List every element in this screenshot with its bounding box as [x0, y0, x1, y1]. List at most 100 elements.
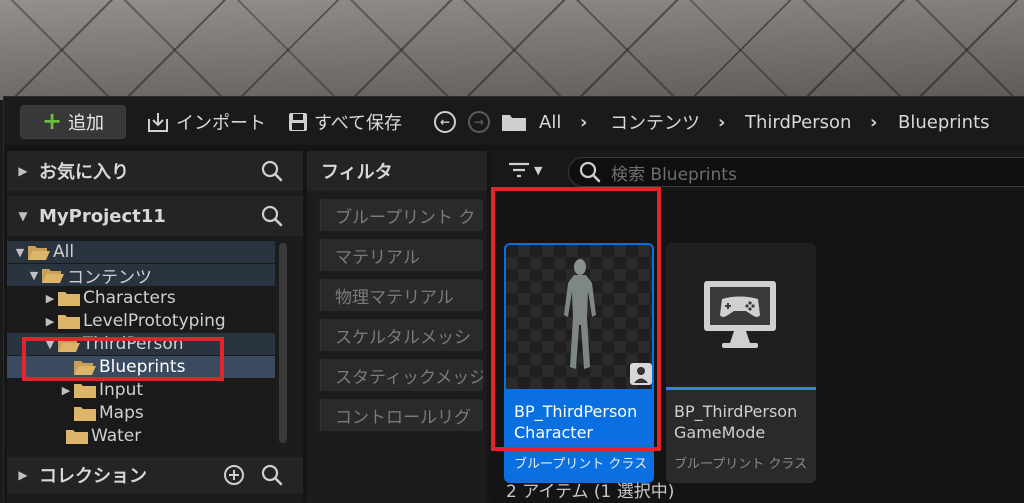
asset-thumbnail — [666, 243, 816, 387]
sources-panel: ▶ お気に入り ▼ MyProject11 ▼ All ▼ コンテンツ ▶ Ch… — [7, 151, 303, 503]
tree-item-label: Characters — [83, 288, 176, 308]
expand-arrow-icon[interactable]: ▶ — [7, 164, 39, 178]
tree-item-label: コンテンツ — [67, 267, 152, 288]
search-icon[interactable] — [261, 464, 283, 486]
import-button[interactable]: インポート — [146, 105, 266, 139]
annotation-highlight — [22, 337, 224, 381]
content-browser-toolbar: + 追加 インポート すべて保存 ← → All › コンテンツ › Third… — [4, 97, 1024, 145]
import-label: インポート — [176, 113, 266, 134]
add-collection-icon[interactable] — [223, 464, 245, 486]
annotation-highlight — [491, 187, 661, 451]
asset-type: ブループリント クラス — [514, 457, 648, 472]
asset-name-line2: GameMode — [674, 423, 766, 442]
save-all-label: すべて保存 — [314, 113, 403, 134]
collections-header[interactable]: ▶ コレクション — [7, 457, 303, 493]
forward-arrow-icon[interactable]: → — [468, 111, 490, 133]
save-all-button[interactable]: すべて保存 — [288, 105, 402, 139]
level-viewport-background — [0, 0, 1024, 100]
open-folder-icon — [28, 245, 50, 260]
filter-color-bar — [315, 239, 321, 271]
filter-color-bar — [315, 199, 321, 231]
collapse-arrow-icon[interactable]: ▼ — [13, 246, 27, 259]
add-button[interactable]: + 追加 — [20, 105, 126, 139]
filter-panel: フィルタ ブループリント ク マテリアル 物理マテリアル スケルタルメッシ スタ… — [307, 151, 487, 503]
search-icon[interactable] — [261, 160, 283, 182]
folder-icon — [66, 429, 88, 444]
search-placeholder: 検索 Blueprints — [611, 164, 737, 185]
filter-item-label: コントロールリグ — [335, 407, 471, 428]
add-button-label: 追加 — [68, 113, 105, 134]
asset-name-line1: BP_ThirdPerson — [674, 402, 798, 421]
tree-item-label: All — [53, 242, 75, 262]
asset-search-row: ▼ 検索 Blueprints — [492, 151, 1024, 191]
asset-tile-gamemode[interactable]: BP_ThirdPerson GameMode ブループリント クラス — [666, 243, 816, 483]
asset-info: BP_ThirdPerson GameMode ブループリント クラス — [666, 391, 816, 483]
breadcrumb-separator-icon[interactable]: › — [870, 105, 877, 139]
filter-item-control-rig[interactable]: コントロールリグ — [315, 399, 483, 431]
filter-item-blueprint[interactable]: ブループリント ク — [315, 199, 483, 231]
search-icon — [579, 161, 601, 183]
content-browser: + 追加 インポート すべて保存 ← → All › コンテンツ › Third… — [3, 96, 1024, 503]
collapse-arrow-icon[interactable]: ▼ — [7, 209, 39, 223]
tree-item-label: Maps — [99, 403, 144, 423]
item-count-status: 2 アイテム (1 選択中) — [506, 482, 675, 502]
tree-item-levelprototyping[interactable]: ▶ LevelPrototyping — [7, 310, 275, 332]
asset-class-color-strip — [666, 387, 816, 390]
filter-color-bar — [315, 319, 321, 351]
tree-item-all[interactable]: ▼ All — [7, 241, 275, 263]
import-icon — [148, 113, 168, 132]
breadcrumb-separator-icon[interactable]: › — [718, 105, 725, 139]
tree-item-water[interactable]: Water — [7, 425, 275, 447]
tree-item-label: Input — [99, 380, 144, 400]
project-header[interactable]: ▼ MyProject11 — [7, 196, 303, 236]
filter-item-physical-material[interactable]: 物理マテリアル — [315, 279, 483, 311]
filter-color-bar — [315, 359, 321, 391]
breadcrumb-separator-icon[interactable]: › — [580, 105, 587, 139]
tree-item-content[interactable]: ▼ コンテンツ — [7, 264, 275, 288]
collections-label: コレクション — [39, 466, 147, 487]
open-folder-icon — [42, 268, 64, 283]
tree-item-label: LevelPrototyping — [83, 311, 226, 331]
filter-item-label: マテリアル — [335, 247, 420, 268]
tree-item-characters[interactable]: ▶ Characters — [7, 287, 275, 309]
expand-arrow-icon[interactable]: ▶ — [7, 468, 39, 482]
tree-item-maps[interactable]: Maps — [7, 402, 275, 424]
folder-icon — [74, 406, 96, 421]
folder-icon — [58, 314, 80, 329]
expand-arrow-icon[interactable]: ▶ — [43, 292, 57, 305]
filter-item-label: スタティックメッジ — [335, 367, 483, 388]
collapse-arrow-icon[interactable]: ▼ — [27, 269, 41, 282]
back-arrow-icon[interactable]: ← — [434, 111, 456, 133]
save-icon — [289, 113, 307, 131]
favorites-header[interactable]: ▶ お気に入り — [7, 151, 303, 191]
asset-search-input[interactable]: 検索 Blueprints — [568, 157, 1024, 187]
tree-scrollbar[interactable] — [279, 243, 287, 443]
breadcrumb-content[interactable]: コンテンツ — [610, 105, 700, 139]
expand-arrow-icon[interactable]: ▶ — [59, 384, 73, 397]
plus-icon: + — [41, 107, 63, 135]
favorites-label: お気に入り — [39, 162, 129, 183]
filter-icon — [509, 162, 529, 178]
chevron-down-icon: ▼ — [534, 163, 543, 177]
filter-item-material[interactable]: マテリアル — [315, 239, 483, 271]
filter-title: フィルタ — [307, 151, 487, 191]
tree-item-input[interactable]: ▶ Input — [7, 379, 275, 401]
folder-icon — [74, 383, 96, 398]
project-label: MyProject11 — [39, 205, 166, 227]
filter-dropdown-button[interactable]: ▼ — [508, 161, 542, 179]
breadcrumb-all[interactable]: All — [539, 105, 561, 139]
asset-type: ブループリント クラス — [674, 457, 808, 472]
filter-item-label: スケルタルメッシ — [335, 327, 471, 348]
breadcrumb-thirdperson[interactable]: ThirdPerson — [745, 105, 851, 139]
tree-item-label: Water — [91, 426, 142, 446]
expand-arrow-icon[interactable]: ▶ — [43, 315, 57, 328]
search-icon[interactable] — [261, 205, 283, 227]
filter-item-static-mesh[interactable]: スタティックメッジ — [315, 359, 483, 391]
filter-item-label: 物理マテリアル — [335, 287, 454, 308]
filter-color-bar — [315, 399, 321, 431]
filter-item-skeletal-mesh[interactable]: スケルタルメッシ — [315, 319, 483, 351]
filter-item-label: ブループリント ク — [335, 207, 476, 228]
gamemode-monitor-icon — [704, 281, 776, 348]
breadcrumb-blueprints[interactable]: Blueprints — [898, 105, 990, 139]
filter-color-bar — [315, 279, 321, 311]
